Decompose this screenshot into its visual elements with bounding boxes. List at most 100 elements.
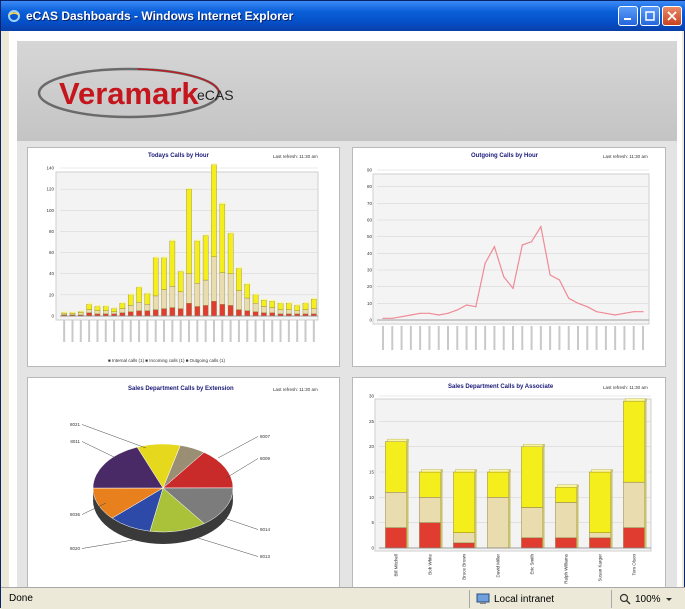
bar-segment [136, 287, 142, 303]
y-tick-label: 100 [46, 208, 54, 213]
x-tick-label [63, 320, 66, 342]
leader-line [81, 424, 147, 449]
data-point [521, 244, 523, 246]
x-tick-label [549, 326, 552, 350]
bar-side [406, 439, 409, 548]
data-point [540, 226, 542, 228]
dashboard-area: Todays Calls by Hour Last refresh: 11:30… [17, 141, 677, 601]
bar-side [542, 444, 545, 548]
y-tick-label: 40 [367, 251, 373, 256]
x-tick-label [437, 326, 440, 350]
outgoing-calls-chart: 0 10 20 30 40 50 60 70 80 90 [367, 168, 650, 350]
bar-segment [385, 492, 407, 528]
x-tick-label [179, 320, 182, 342]
bar-top [270, 299, 276, 302]
bar-top [154, 256, 160, 258]
bar-segment [186, 188, 192, 274]
bar-segment [202, 305, 209, 317]
bar-segment [111, 311, 117, 315]
data-point [447, 312, 449, 314]
x-tick-label: Bob White [428, 554, 433, 575]
bar-segment [555, 502, 577, 539]
data-point [475, 306, 477, 308]
bar-segment [194, 283, 201, 307]
security-zone[interactable]: Local intranet [476, 591, 596, 607]
bar-segment [152, 295, 159, 310]
data-point [530, 241, 533, 243]
bar-segment [227, 233, 234, 274]
intranet-icon [476, 593, 490, 604]
x-tick-label [262, 320, 265, 342]
bar-top [254, 293, 260, 295]
maximize-button[interactable] [640, 6, 660, 26]
extension-pie-chart: 8021 8007 8009 8014 8013 8020 8036 8011 [70, 422, 271, 559]
bar-top [95, 304, 102, 307]
browser-window: eCAS Dashboards - Windows Internet Explo… [0, 0, 685, 609]
bar-top [179, 270, 185, 272]
data-point [577, 302, 579, 304]
zoom-control[interactable]: 100% [619, 591, 673, 607]
bar-segment [69, 312, 76, 315]
bar-segment [111, 308, 117, 312]
bar-segment [144, 304, 151, 311]
x-tick-label [623, 326, 626, 350]
x-tick-label [113, 320, 116, 342]
x-tick-label [595, 326, 598, 350]
leader-line [81, 539, 134, 549]
title-bar[interactable]: eCAS Dashboards - Windows Internet Explo… [1, 1, 685, 31]
bar-segment [302, 303, 309, 310]
x-tick-label [71, 320, 74, 342]
bar-side [474, 469, 477, 548]
veramark-logo: Veramark eCAS [37, 63, 267, 119]
panel-title: Todays Calls by Hour [148, 153, 209, 159]
minimize-button[interactable] [618, 6, 638, 26]
y-tick-label: 140 [46, 166, 54, 171]
bar-top [87, 302, 93, 305]
x-tick-label: Eric Smith [530, 554, 535, 575]
bar-segment [269, 307, 275, 314]
y-tick-label: 15 [369, 470, 375, 475]
x-tick-label [96, 320, 99, 342]
data-point [549, 274, 551, 276]
data-point [614, 314, 616, 316]
data-point [438, 314, 440, 316]
bar-segment [202, 235, 209, 281]
bar-segment [78, 311, 84, 314]
y-tick-label: 70 [367, 201, 373, 206]
bar-top [387, 438, 409, 442]
bar-segment [261, 299, 267, 307]
page-content: Veramark eCAS Todays Calls by Hour Last … [5, 31, 682, 601]
close-button[interactable] [662, 6, 682, 26]
y-tick-label: 60 [49, 250, 55, 255]
data-point [428, 312, 431, 314]
bar-segment [161, 308, 167, 317]
x-tick-label [558, 326, 561, 350]
bar-segment [302, 309, 309, 315]
y-tick-label: 80 [367, 184, 373, 189]
bar-segment [244, 284, 251, 299]
bar-segment [194, 306, 201, 317]
bar-segment [236, 268, 242, 291]
bar-segment [385, 441, 407, 493]
bar-segment [119, 312, 126, 317]
zoom-level: 100% [635, 593, 661, 605]
bar-segment [169, 307, 176, 317]
x-tick-label [382, 326, 384, 350]
panel-updated: Last refresh: 11:30 am [273, 154, 318, 159]
y-tick-label: 80 [49, 229, 55, 234]
bar-top [129, 293, 135, 295]
bar-top [625, 398, 647, 402]
y-tick-label: 30 [367, 268, 373, 273]
y-tick-label: 25 [369, 419, 375, 424]
bar-segment [186, 303, 192, 317]
bar-segment [94, 306, 101, 311]
bar-segment [127, 311, 134, 317]
bar-segment [589, 471, 611, 533]
x-tick-label [604, 326, 607, 350]
data-point [456, 309, 458, 311]
chevron-down-icon [665, 598, 672, 601]
header-banner: Veramark eCAS [17, 41, 677, 141]
bar-side [508, 469, 511, 548]
pie-label: 8021 [70, 422, 81, 427]
bar-segment [261, 312, 267, 317]
